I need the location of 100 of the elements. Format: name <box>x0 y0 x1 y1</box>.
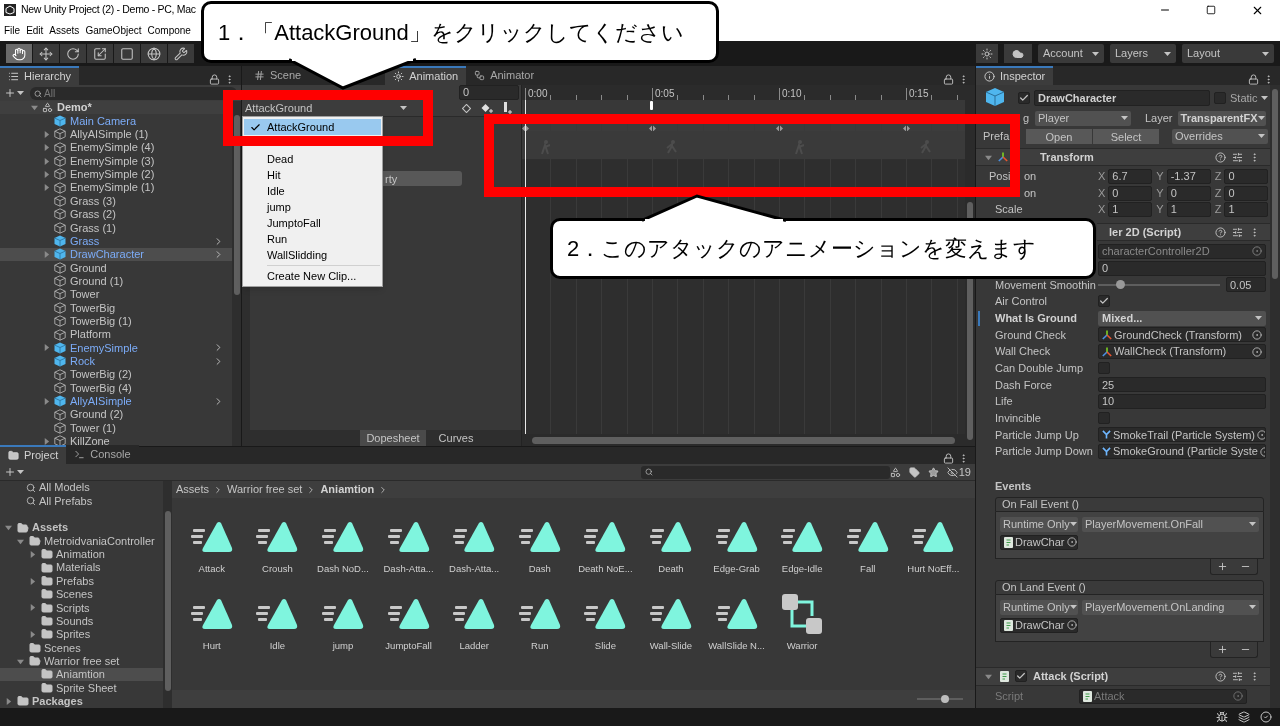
bug-icon[interactable] <box>1216 711 1228 723</box>
arrow-down-icon[interactable] <box>16 537 24 545</box>
asset-item[interactable]: Fall <box>834 501 901 578</box>
name-field[interactable]: DrawCharacter <box>1034 90 1210 106</box>
star-icon[interactable] <box>927 466 939 478</box>
chevron-right-icon[interactable] <box>213 248 224 260</box>
arrow-right-icon[interactable] <box>28 604 36 612</box>
axis-label[interactable]: Z <box>1214 201 1222 218</box>
favorite-item[interactable]: All Prefabs <box>0 494 163 508</box>
asset-item[interactable]: Death <box>638 501 704 578</box>
slider-thumb[interactable] <box>940 695 949 703</box>
folder-item[interactable]: Materials <box>0 561 163 575</box>
object-field[interactable]: WallCheck (Transform) <box>1098 344 1266 360</box>
object-field[interactable]: GroundCheck (Transform) <box>1098 327 1266 343</box>
axis-label[interactable]: Y <box>1156 184 1164 202</box>
time-ruler[interactable]: 0:00 0:05 0:10 0:15 <box>522 85 965 100</box>
add-button[interactable] <box>1217 643 1228 655</box>
hierarchy-item[interactable]: TowerBig (4) <box>0 381 232 395</box>
favorite-item[interactable]: All Models <box>0 481 163 495</box>
menu-item[interactable]: Idle <box>244 183 381 199</box>
arrow-right-icon[interactable] <box>42 184 50 192</box>
add-keyframe-icon[interactable] <box>481 103 493 113</box>
prefab-button[interactable]: Select <box>1093 128 1160 144</box>
shapes-icon[interactable] <box>889 466 901 478</box>
tool-button[interactable] <box>6 44 32 63</box>
value-field[interactable]: 1 <box>1166 202 1211 218</box>
menu-item[interactable]: File <box>1 23 24 38</box>
overrides-dropdown[interactable]: Overrides <box>1172 128 1268 144</box>
hierarchy-item[interactable]: TowerBig (2) <box>0 367 232 382</box>
asset-item[interactable]: Dash <box>506 501 573 578</box>
tool-button[interactable] <box>168 44 194 63</box>
hierarchy-item[interactable]: AllyAISimple <box>0 394 232 408</box>
arrow-right-icon[interactable] <box>42 170 50 178</box>
hierarchy-item[interactable]: EnemySimple (4) <box>0 141 232 155</box>
menu-item[interactable]: Assets <box>46 23 83 38</box>
arrow-right-icon[interactable] <box>28 577 36 585</box>
arrow-down-icon[interactable] <box>16 657 24 665</box>
asset-item[interactable]: Run <box>506 578 573 655</box>
component-header[interactable]: Transform <box>976 148 1270 166</box>
dropdown[interactable]: Mixed... <box>1098 310 1266 326</box>
hierarchy-item[interactable]: Main Camera <box>0 114 232 128</box>
panel-tab[interactable]: Hierarchy <box>0 66 80 85</box>
lock-icon[interactable] <box>943 453 954 464</box>
arrow-right-icon[interactable] <box>42 157 50 165</box>
check-circle-icon[interactable] <box>1260 711 1272 723</box>
slider[interactable] <box>1098 279 1220 290</box>
lock-icon[interactable] <box>1248 74 1259 85</box>
breadcrumb-item[interactable]: Assets <box>176 481 209 498</box>
hierarchy-item[interactable]: Rock <box>0 354 232 368</box>
object-field[interactable]: DrawChar <box>1000 534 1078 550</box>
object-picker-icon[interactable] <box>1066 620 1077 630</box>
runtime-dropdown[interactable]: Runtime Only <box>1000 516 1078 532</box>
keyframe-icon[interactable] <box>462 103 471 113</box>
hierarchy-item[interactable]: KillZone <box>0 434 232 446</box>
component-header[interactable]: Attack (Script) <box>976 666 1270 686</box>
folder-item[interactable]: Scenes <box>0 641 163 655</box>
axis-label[interactable]: X <box>1098 201 1106 218</box>
axis-label[interactable]: Y <box>1156 201 1164 218</box>
asset-item[interactable]: Wall-Slide <box>638 578 704 655</box>
arrow-right-icon[interactable] <box>42 144 50 152</box>
object-field[interactable]: DrawChar <box>1000 617 1078 633</box>
asset-item[interactable]: Ladder <box>441 578 507 655</box>
hierarchy-item[interactable]: EnemySimple (3) <box>0 154 232 168</box>
add-property-button[interactable]: rty <box>383 171 462 186</box>
arrow-right-icon[interactable] <box>28 630 36 638</box>
tool-button[interactable] <box>87 44 113 63</box>
search-field[interactable]: All <box>30 86 237 100</box>
add-button[interactable] <box>4 466 24 478</box>
asset-item[interactable]: Idle <box>244 578 311 655</box>
toolbar-dropdown[interactable]: Layers <box>1110 44 1176 63</box>
folder-item[interactable]: Sprite Sheet <box>0 681 163 695</box>
services-button[interactable] <box>976 44 998 63</box>
icon-size-slider[interactable] <box>917 694 963 704</box>
folder-item[interactable]: Prefabs <box>0 574 163 588</box>
lock-icon[interactable] <box>943 74 954 85</box>
folder-item[interactable]: Scenes <box>0 587 163 602</box>
scrollbar[interactable] <box>1270 85 1280 708</box>
panel-tab[interactable]: Inspector <box>976 66 1054 85</box>
menu-item[interactable]: JumptoFall <box>244 215 381 231</box>
add-button[interactable] <box>4 87 24 99</box>
hierarchy-item[interactable]: Tower <box>0 287 232 302</box>
asset-item[interactable]: Dash-Atta... <box>375 501 442 578</box>
asset-item[interactable]: jump <box>310 578 376 655</box>
arrow-right-icon[interactable] <box>42 437 50 445</box>
hierarchy-item[interactable]: Grass (3) <box>0 194 232 208</box>
presets-icon[interactable] <box>1232 226 1243 238</box>
cloud-button[interactable] <box>1004 44 1032 63</box>
object-field[interactable]: SmokeTrail (Particle System) <box>1098 427 1266 443</box>
menu-item[interactable]: Dead <box>244 151 381 167</box>
runtime-dropdown[interactable]: Runtime Only <box>1000 599 1078 615</box>
static-dropdown[interactable]: Static <box>1230 89 1268 107</box>
folder-item[interactable]: Sprites <box>0 627 163 642</box>
menu-item[interactable]: Create New Clip... <box>243 268 382 284</box>
value-field[interactable]: 0 <box>1108 185 1153 201</box>
presets-icon[interactable] <box>1232 670 1243 682</box>
method-dropdown[interactable]: PlayerMovement.OnFall <box>1082 516 1259 532</box>
toolbar-dropdown[interactable]: Layout <box>1182 44 1274 63</box>
prefab-button[interactable]: Open <box>1026 128 1093 144</box>
hierarchy-item[interactable]: Grass <box>0 234 232 248</box>
arrow-right-icon[interactable] <box>42 130 50 138</box>
